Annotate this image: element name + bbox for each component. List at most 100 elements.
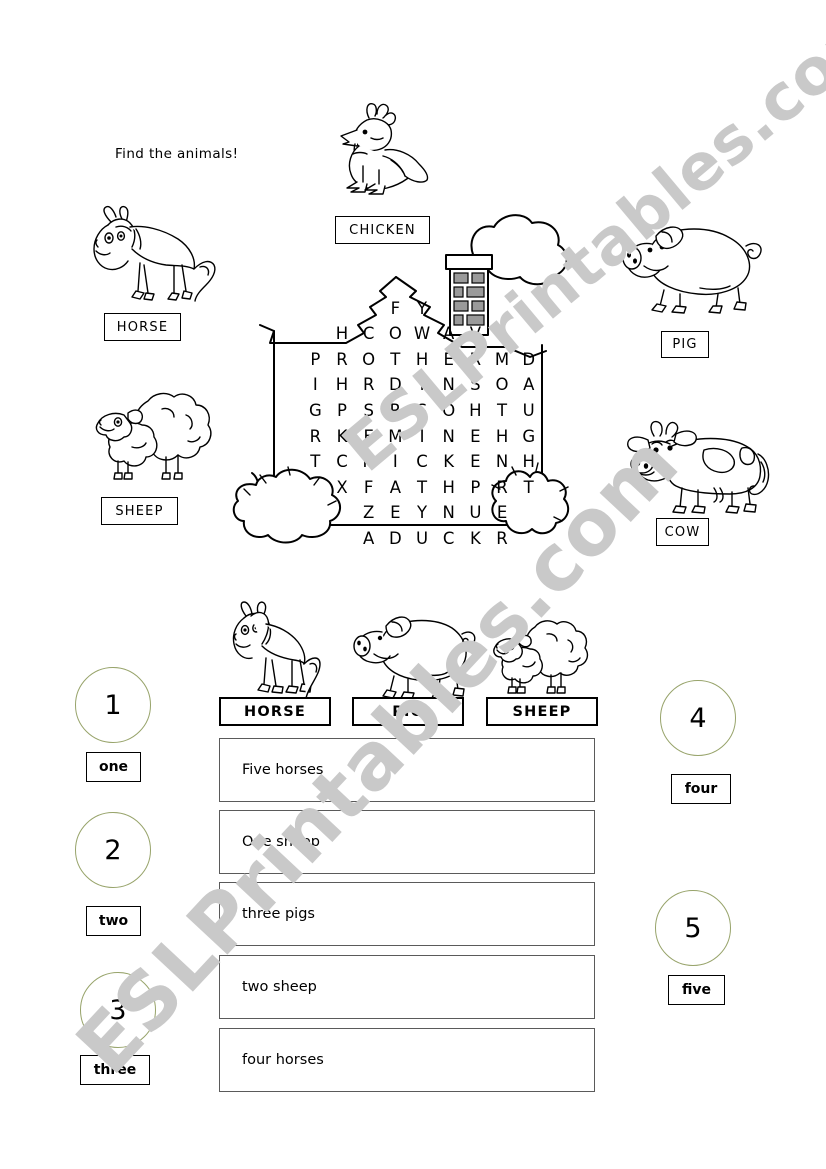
grid-cell[interactable]: C (435, 530, 462, 548)
grid-cell[interactable]: S (409, 402, 436, 420)
grid-cell[interactable]: D (382, 530, 409, 548)
grid-cell[interactable]: E (489, 505, 516, 522)
sentence-box-4[interactable]: two sheep (219, 955, 595, 1019)
grid-cell[interactable]: R (489, 479, 516, 497)
grid-cell[interactable]: F (355, 479, 382, 497)
grid-cell[interactable]: M (382, 428, 409, 446)
grid-cell[interactable]: O (355, 351, 382, 369)
grid-cell[interactable]: T (515, 479, 542, 497)
grid-cell[interactable]: X (329, 479, 356, 497)
grid-cell[interactable]: I (409, 428, 436, 446)
number-circle-2[interactable]: 2 (75, 812, 151, 888)
grid-cell[interactable]: O (382, 326, 409, 343)
grid-cell[interactable]: H (515, 454, 542, 471)
number-circle-5[interactable]: 5 (655, 890, 731, 966)
grid-cell[interactable]: A (355, 530, 382, 548)
grid-cell[interactable]: R (329, 351, 356, 369)
worksheet-page: Find the animals! HORSE SHEEP CHICKEN PI… (0, 0, 826, 1169)
grid-cell[interactable]: A (515, 377, 542, 394)
grid-cell[interactable]: T (382, 351, 409, 369)
grid-cell[interactable]: U (409, 530, 436, 548)
grid-cell[interactable]: K (462, 530, 489, 548)
grid-cell[interactable]: N (435, 377, 462, 394)
grid-cell[interactable]: I (382, 454, 409, 471)
grid-cell[interactable]: I (302, 377, 329, 394)
grid-cell[interactable]: N (435, 505, 462, 522)
number-word-four: four (671, 774, 731, 804)
grid-cell[interactable]: E (462, 454, 489, 471)
grid-cell[interactable]: E (355, 428, 382, 446)
grid-cell[interactable]: T (409, 479, 436, 497)
page-title: Find the animals! (115, 146, 239, 162)
grid-cell[interactable]: H (435, 479, 462, 497)
grid-cell[interactable]: H (409, 351, 436, 369)
grid-cell[interactable]: R (302, 428, 329, 446)
grid-cell[interactable]: G (302, 402, 329, 420)
grid-cell[interactable]: R (462, 351, 489, 369)
grid-cell[interactable]: E (435, 351, 462, 369)
grid-cell[interactable]: K (435, 454, 462, 471)
word-search-row: PROTHERMD (302, 347, 542, 373)
grid-cell[interactable]: P (462, 479, 489, 497)
grid-cell[interactable]: H (462, 402, 489, 420)
sentence-box-3[interactable]: three pigs (219, 882, 595, 946)
number-circle-1[interactable]: 1 (75, 667, 151, 743)
grid-cell[interactable]: F (382, 300, 409, 318)
grid-cell[interactable]: U (515, 402, 542, 420)
word-search-row: XFATHPRT (302, 475, 542, 501)
word-search-row: IHRDINSOA (302, 373, 542, 399)
word-search-row: FY (302, 296, 542, 322)
grid-cell[interactable]: H (329, 377, 356, 394)
grid-cell[interactable]: I (409, 377, 436, 394)
grid-cell[interactable]: R (382, 402, 409, 420)
word-search-row: ZEYNUE (302, 501, 542, 527)
grid-cell[interactable]: R (355, 377, 382, 394)
number-word-two: two (86, 906, 141, 936)
number-circle-4[interactable]: 4 (660, 680, 736, 756)
grid-cell[interactable]: E (382, 505, 409, 522)
grid-cell[interactable]: C (329, 454, 356, 471)
number-circle-3[interactable]: 3 (80, 972, 156, 1048)
grid-cell[interactable]: E (462, 428, 489, 446)
sentence-text-1: Five horses (242, 762, 324, 778)
grid-cell[interactable]: P (302, 351, 329, 369)
grid-cell[interactable]: H (355, 454, 382, 471)
label-pig-bottom: PIG (352, 697, 464, 726)
grid-cell[interactable]: K (329, 428, 356, 446)
grid-cell[interactable]: C (355, 326, 382, 343)
sentence-text-2: One sheep (242, 834, 320, 850)
grid-cell[interactable]: U (462, 505, 489, 522)
label-horse-bottom: HORSE (219, 697, 331, 726)
grid-cell[interactable]: P (329, 402, 356, 420)
grid-cell[interactable]: R (489, 530, 516, 548)
word-search-row: RKEMINEHG (302, 424, 542, 450)
grid-cell[interactable]: N (435, 428, 462, 446)
grid-cell[interactable]: D (382, 377, 409, 394)
grid-cell[interactable]: G (515, 428, 542, 446)
number-word-five: five (668, 975, 725, 1005)
grid-cell[interactable]: C (409, 454, 436, 471)
grid-cell[interactable]: A (435, 326, 462, 343)
label-sheep-left: SHEEP (101, 497, 178, 525)
grid-cell[interactable]: S (355, 402, 382, 420)
sentence-box-1[interactable]: Five horses (219, 738, 595, 802)
sentence-box-5[interactable]: four horses (219, 1028, 595, 1092)
sentence-box-2[interactable]: One sheep (219, 810, 595, 874)
grid-cell[interactable]: S (462, 377, 489, 394)
grid-cell[interactable]: D (515, 351, 542, 369)
grid-cell[interactable]: T (489, 402, 516, 420)
grid-cell[interactable]: N (489, 454, 516, 471)
grid-cell[interactable]: V (462, 326, 489, 343)
grid-cell[interactable]: H (329, 326, 356, 343)
grid-cell[interactable]: Y (409, 300, 436, 318)
grid-cell[interactable]: A (382, 479, 409, 497)
grid-cell[interactable]: M (489, 351, 516, 369)
grid-cell[interactable]: W (409, 326, 436, 343)
grid-cell[interactable]: T (302, 454, 329, 471)
grid-cell[interactable]: Z (355, 505, 382, 522)
grid-cell[interactable]: Y (409, 505, 436, 522)
grid-cell[interactable]: O (489, 377, 516, 394)
word-search-row: GPSRSOHTU (302, 398, 542, 424)
grid-cell[interactable]: H (489, 428, 516, 446)
grid-cell[interactable]: O (435, 402, 462, 420)
